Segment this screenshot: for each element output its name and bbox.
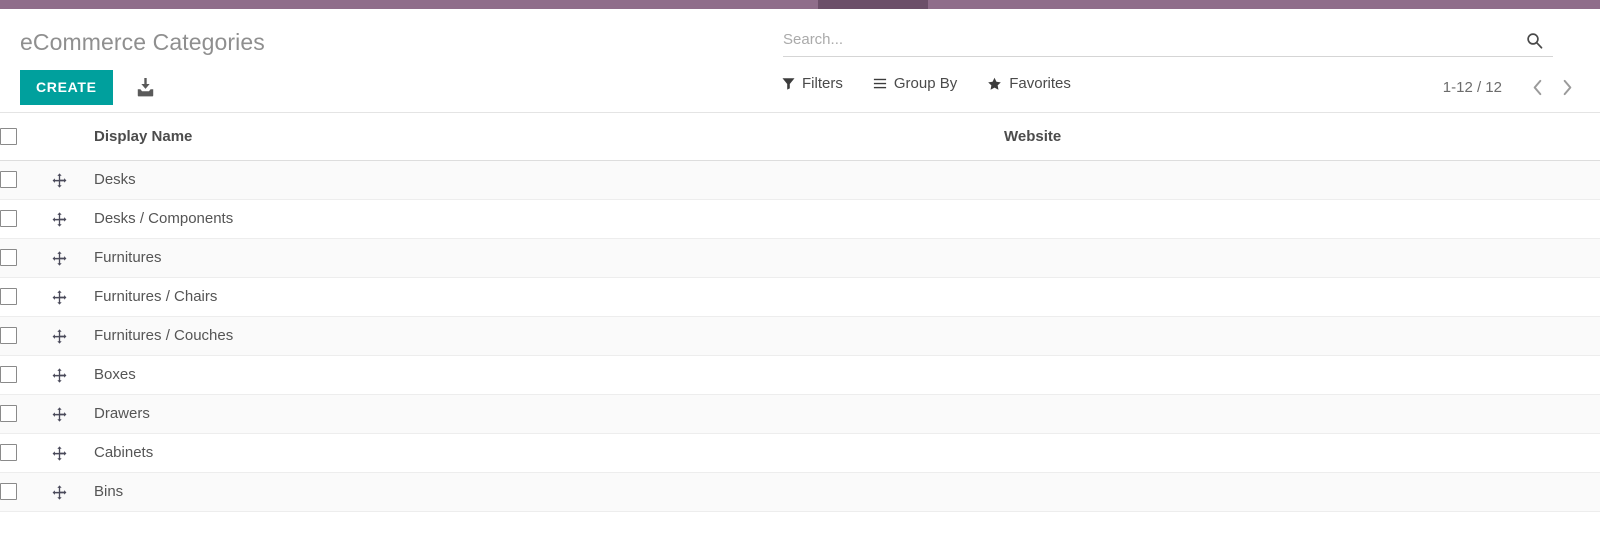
- cell-display-name[interactable]: Furnitures / Couches: [94, 316, 1004, 356]
- pager-previous-button[interactable]: [1522, 73, 1552, 101]
- favorites-menu-label: Favorites: [1009, 75, 1071, 92]
- row-select-cell: [0, 355, 52, 395]
- drag-move-icon[interactable]: [52, 211, 67, 227]
- table-row[interactable]: Furnitures / Couches: [0, 316, 1600, 356]
- cell-website[interactable]: [1004, 199, 1600, 239]
- row-checkbox[interactable]: [0, 366, 17, 384]
- cell-display-name[interactable]: Furnitures / Chairs: [94, 277, 1004, 317]
- import-download-icon[interactable]: [133, 75, 159, 101]
- pager-value[interactable]: 1-12 / 12: [1443, 79, 1502, 96]
- search-icon[interactable]: [1521, 27, 1547, 53]
- cell-display-name[interactable]: Boxes: [94, 355, 1004, 395]
- row-checkbox[interactable]: [0, 171, 17, 189]
- row-handle-cell: [52, 199, 94, 239]
- table-head: Display Name Website: [0, 113, 1600, 161]
- row-handle-cell: [52, 394, 94, 434]
- star-icon: [987, 77, 1002, 91]
- drag-move-icon[interactable]: [52, 289, 67, 305]
- row-select-cell: [0, 199, 52, 239]
- drag-move-icon[interactable]: [52, 484, 67, 500]
- drag-move-icon[interactable]: [52, 406, 67, 422]
- table-row[interactable]: Drawers: [0, 394, 1600, 434]
- row-select-cell: [0, 394, 52, 434]
- pager: 1-12 / 12: [1443, 73, 1582, 101]
- table-row[interactable]: Cabinets: [0, 433, 1600, 473]
- control-panel: eCommerce Categories CREATE Filter: [0, 9, 1600, 113]
- cell-website[interactable]: [1004, 316, 1600, 356]
- drag-move-icon[interactable]: [52, 250, 67, 266]
- top-navbar: [0, 0, 1600, 9]
- drag-move-icon[interactable]: [52, 367, 67, 383]
- navbar-active-app-segment[interactable]: [818, 0, 928, 9]
- table-body: Desks Desks / Components Furnitures Furnitu…: [0, 160, 1600, 512]
- cell-website[interactable]: [1004, 355, 1600, 395]
- search-input[interactable]: [783, 25, 1483, 54]
- row-handle-cell: [52, 238, 94, 278]
- records-table: Display Name Website Desks Desks / Compon…: [0, 113, 1600, 512]
- bars-list-icon: [873, 77, 887, 90]
- search-view[interactable]: [783, 25, 1553, 57]
- group-by-menu[interactable]: Group By: [873, 75, 957, 92]
- cell-display-name[interactable]: Cabinets: [94, 433, 1004, 473]
- row-checkbox[interactable]: [0, 327, 17, 345]
- row-checkbox[interactable]: [0, 405, 17, 423]
- row-handle-cell: [52, 160, 94, 200]
- drag-move-icon[interactable]: [52, 445, 67, 461]
- drag-move-icon[interactable]: [52, 328, 67, 344]
- row-select-cell: [0, 472, 52, 512]
- table-row[interactable]: Furnitures / Chairs: [0, 277, 1600, 317]
- cell-website[interactable]: [1004, 433, 1600, 473]
- control-panel-buttons: CREATE: [20, 70, 159, 105]
- cell-display-name[interactable]: Desks: [94, 160, 1004, 200]
- handle-column-header: [52, 113, 94, 161]
- select-all-cell: [0, 113, 52, 161]
- row-handle-cell: [52, 277, 94, 317]
- row-handle-cell: [52, 472, 94, 512]
- row-handle-cell: [52, 355, 94, 395]
- row-select-cell: [0, 316, 52, 356]
- row-handle-cell: [52, 316, 94, 356]
- column-header-display-name[interactable]: Display Name: [94, 113, 1004, 161]
- cell-website[interactable]: [1004, 277, 1600, 317]
- cell-display-name[interactable]: Bins: [94, 472, 1004, 512]
- table-row[interactable]: Furnitures: [0, 238, 1600, 278]
- select-all-checkbox[interactable]: [0, 128, 17, 146]
- filters-menu-label: Filters: [802, 75, 843, 92]
- filter-menus: Filters Group By Favorites: [782, 75, 1071, 92]
- cell-display-name[interactable]: Furnitures: [94, 238, 1004, 278]
- row-select-cell: [0, 238, 52, 278]
- row-checkbox[interactable]: [0, 249, 17, 267]
- row-handle-cell: [52, 433, 94, 473]
- cell-website[interactable]: [1004, 160, 1600, 200]
- cell-website[interactable]: [1004, 394, 1600, 434]
- column-header-website[interactable]: Website: [1004, 113, 1600, 161]
- table-row[interactable]: Boxes: [0, 355, 1600, 395]
- row-checkbox[interactable]: [0, 288, 17, 306]
- create-button[interactable]: CREATE: [20, 70, 113, 105]
- breadcrumb: eCommerce Categories: [20, 29, 265, 55]
- table-row[interactable]: Desks: [0, 160, 1600, 200]
- list-view: Display Name Website Desks Desks / Compon…: [0, 113, 1600, 512]
- table-row[interactable]: Bins: [0, 472, 1600, 512]
- group-by-menu-label: Group By: [893, 75, 958, 92]
- drag-move-icon[interactable]: [52, 172, 67, 188]
- row-checkbox[interactable]: [0, 483, 17, 501]
- table-header-row: Display Name Website: [0, 113, 1600, 161]
- pager-next-button[interactable]: [1552, 73, 1582, 101]
- favorites-menu[interactable]: Favorites: [987, 75, 1071, 92]
- filters-menu[interactable]: Filters: [782, 75, 843, 92]
- row-checkbox[interactable]: [0, 210, 17, 228]
- cell-website[interactable]: [1004, 472, 1600, 512]
- row-select-cell: [0, 160, 52, 200]
- row-checkbox[interactable]: [0, 444, 17, 462]
- cell-display-name[interactable]: Desks / Components: [94, 199, 1004, 239]
- filter-funnel-icon: [782, 77, 795, 90]
- cell-website[interactable]: [1004, 238, 1600, 278]
- cell-display-name[interactable]: Drawers: [94, 394, 1004, 434]
- table-row[interactable]: Desks / Components: [0, 199, 1600, 239]
- row-select-cell: [0, 433, 52, 473]
- row-select-cell: [0, 277, 52, 317]
